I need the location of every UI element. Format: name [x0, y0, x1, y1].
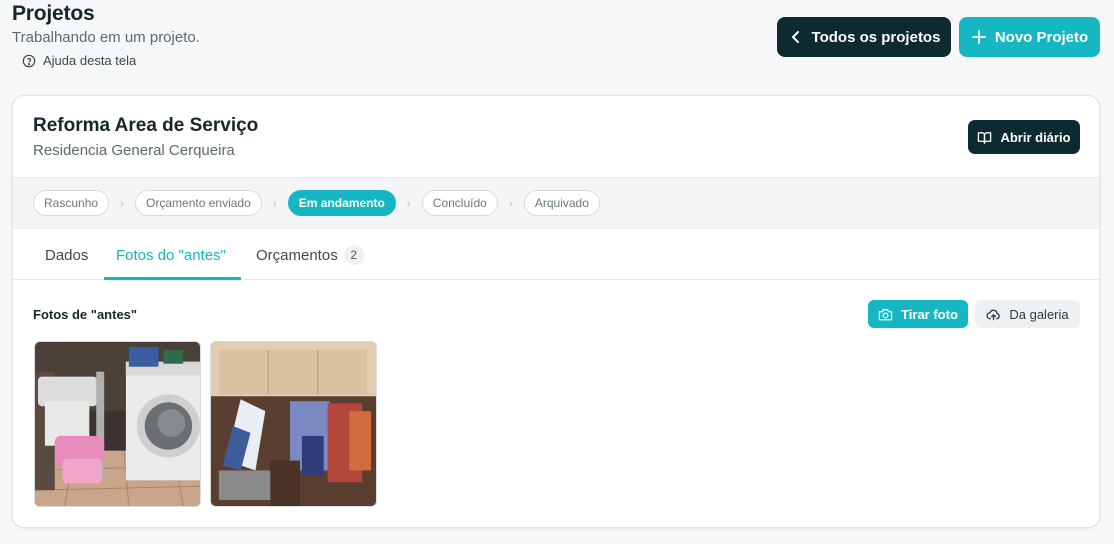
gallery-label: Da galeria [1009, 306, 1069, 322]
open-diary-label: Abrir diário [1000, 129, 1071, 145]
status-step-concluido[interactable]: Concluído [421, 190, 498, 216]
section-title: Fotos de "antes" [33, 307, 138, 322]
project-title: Reforma Area de Serviço [33, 115, 259, 136]
tab-dados[interactable]: Dados [45, 230, 88, 280]
new-project-label: Novo Projeto [994, 28, 1089, 46]
tab-orcamentos-label: Orçamentos [256, 246, 338, 264]
cabinet-photo-image [211, 342, 376, 506]
photo-thumbnail[interactable] [34, 341, 201, 507]
camera-icon [878, 308, 893, 320]
status-step-em-andamento[interactable]: Em andamento [287, 190, 396, 216]
status-step-rascunho[interactable]: Rascunho [33, 190, 110, 216]
count-badge: 2 [343, 245, 364, 265]
tab-fotos-antes[interactable]: Fotos do "antes" [116, 230, 226, 280]
chevron-right-icon: › [120, 196, 125, 210]
chevron-left-icon [791, 31, 799, 43]
project-client: Residencia General Cerqueira [33, 142, 235, 159]
open-diary-button[interactable]: Abrir diário [968, 120, 1080, 154]
status-step-orcamento-enviado[interactable]: Orçamento enviado [135, 190, 262, 216]
status-step-arquivado[interactable]: Arquivado [523, 190, 600, 216]
all-projects-label: Todos os projetos [811, 28, 941, 46]
gallery-button[interactable]: Da galeria [975, 300, 1080, 328]
help-link[interactable]: Ajuda desta tela [22, 53, 136, 68]
help-link-label: Ajuda desta tela [43, 53, 137, 68]
tab-orcamentos[interactable]: Orçamentos 2 [256, 230, 364, 280]
page-subtitle: Trabalhando em um projeto. [12, 29, 200, 46]
active-tab-indicator [104, 277, 241, 280]
new-project-button[interactable]: Novo Projeto [959, 17, 1100, 57]
plus-icon [971, 30, 986, 44]
book-open-icon [978, 131, 992, 144]
laundry-photo-image [35, 342, 200, 506]
chevron-right-icon: › [406, 196, 411, 210]
take-photo-label: Tirar foto [901, 306, 958, 322]
photo-thumbnail[interactable] [210, 341, 377, 507]
chevron-right-icon: › [508, 196, 513, 210]
status-steps: Rascunho › Orçamento enviado › Em andame… [13, 177, 1099, 229]
tab-bar: Dados Fotos do "antes" Orçamentos 2 [13, 230, 1099, 280]
take-photo-button[interactable]: Tirar foto [868, 300, 968, 328]
all-projects-button[interactable]: Todos os projetos [777, 17, 951, 57]
page-title: Projetos [12, 2, 95, 25]
project-card: Reforma Area de Serviço Residencia Gener… [12, 95, 1100, 528]
chevron-right-icon: › [272, 196, 277, 210]
cloud-upload-icon [986, 309, 1001, 320]
help-circle-icon [22, 54, 36, 67]
